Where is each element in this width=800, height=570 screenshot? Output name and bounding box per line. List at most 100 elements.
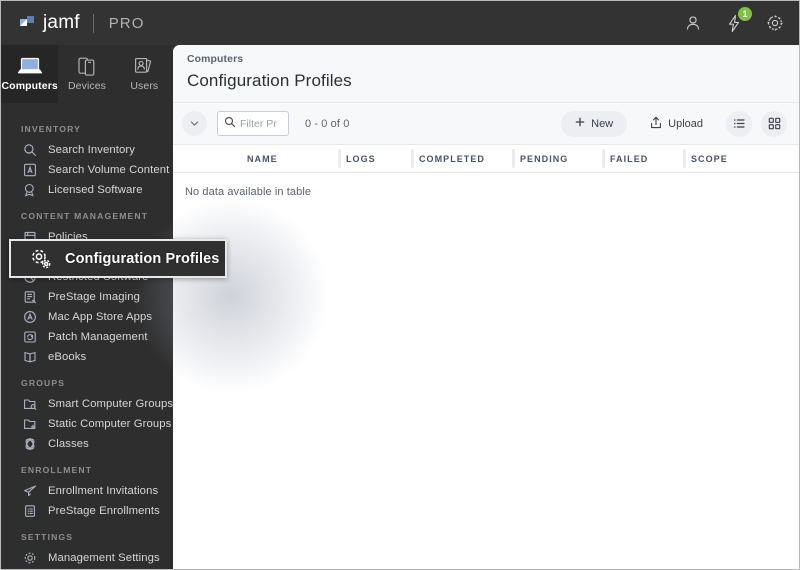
page-header: Computers Configuration Profiles [173, 45, 799, 103]
gears-icon [29, 248, 53, 270]
upload-button[interactable]: Upload [636, 111, 717, 137]
sidebar-item-prestage-imaging[interactable]: PreStage Imaging [1, 287, 173, 307]
column-resize-handle[interactable] [411, 149, 414, 168]
bolt-icon[interactable]: 1 [724, 7, 752, 33]
sidebar-item-label: Smart Computer Groups [48, 398, 173, 410]
sidebar-item-patch-management[interactable]: Patch Management [1, 327, 173, 347]
tab-users[interactable]: Users [116, 45, 173, 103]
main-content-panel: Computers Configuration Profiles 0 - 0 o… [173, 45, 799, 569]
column-header-completed[interactable]: COMPLETED [419, 154, 485, 164]
license-badge-icon [21, 182, 38, 198]
gear-icon[interactable] [765, 13, 785, 33]
jamf-logo-icon [19, 15, 36, 32]
upload-icon [650, 116, 662, 132]
sidebar-item-label: eBooks [48, 351, 87, 363]
new-button[interactable]: New [561, 110, 628, 137]
sidebar-item-label: PreStage Imaging [48, 291, 141, 303]
notification-badge: 1 [738, 7, 752, 21]
jamf-pro-window: jamf PRO 1 Computers Configuration Profi… [0, 0, 800, 570]
toolbar-actions: New Upload [561, 110, 787, 137]
column-header-name[interactable]: NAME [247, 154, 278, 164]
filter-search-box[interactable] [217, 111, 289, 136]
sidebar-item-licensed-software[interactable]: Licensed Software [1, 180, 173, 200]
sidebar-item-enrollment-invitations[interactable]: Enrollment Invitations [1, 481, 173, 501]
classes-icon [21, 436, 38, 452]
column-resize-handle[interactable] [602, 149, 605, 168]
list-view-icon[interactable] [726, 110, 752, 137]
sidebar-item-label: Mac App Store Apps [48, 311, 153, 323]
brand-product: PRO [108, 14, 145, 32]
sidebar-item-smart-computer-groups[interactable]: Smart Computer Groups [1, 394, 173, 414]
column-resize-handle[interactable] [512, 149, 515, 168]
callout-label: Configuration Profiles [65, 250, 220, 267]
record-count: 0 - 0 of 0 [305, 117, 350, 130]
prestage-imaging-icon [21, 289, 38, 305]
column-header-logs[interactable]: LOGS [346, 154, 376, 164]
top-bar: jamf PRO 1 [1, 1, 799, 45]
sidebar-item-label: Static Computer Groups [48, 418, 172, 430]
column-resize-handle[interactable] [338, 149, 341, 168]
sidebar-item-management-settings[interactable]: Management Settings [1, 548, 173, 568]
smart-group-icon [21, 396, 38, 412]
sidebar-item-classes[interactable]: Classes [1, 434, 173, 454]
collapse-toggle-button[interactable] [182, 111, 207, 136]
ebooks-icon [21, 349, 38, 365]
page-title: Configuration Profiles [187, 71, 352, 90]
volume-content-icon [21, 162, 38, 178]
grid-view-icon[interactable] [761, 110, 787, 137]
sidebar-item-label: Licensed Software [48, 184, 143, 196]
sidebar-item-label: Search Volume Content [48, 164, 170, 176]
sidebar-item-static-computer-groups[interactable]: Static Computer Groups [1, 414, 173, 434]
nav-section-groups: GROUPS [21, 378, 66, 388]
sidebar-item-search-volume-content[interactable]: Search Volume Content [1, 160, 173, 180]
breadcrumb[interactable]: Computers [187, 54, 799, 65]
mobile-devices-icon [75, 52, 99, 76]
app-store-icon [21, 309, 38, 325]
static-group-icon [21, 416, 38, 432]
brand-divider [92, 13, 94, 33]
sidebar-nav: INVENTORY Search Inventory Search Volume… [1, 103, 173, 569]
table-header-row: NAME LOGS COMPLETED PENDING FAILED SCOPE [173, 145, 799, 173]
gear-icon [21, 550, 38, 566]
sidebar-item-ebooks[interactable]: eBooks [1, 347, 173, 367]
laptop-icon [17, 52, 43, 76]
sidebar-item-prestage-enrollments[interactable]: PreStage Enrollments [1, 501, 173, 521]
nav-section-content-management: CONTENT MANAGEMENT [21, 211, 149, 221]
paper-plane-icon [21, 483, 38, 499]
toolbar: 0 - 0 of 0 New [173, 103, 799, 145]
user-cards-icon [132, 52, 156, 76]
sidebar-item-label: Management Settings [48, 552, 160, 564]
search-icon [21, 142, 38, 158]
column-header-failed[interactable]: FAILED [610, 154, 648, 164]
column-resize-handle[interactable] [683, 149, 686, 168]
nav-section-settings: SETTINGS [21, 532, 74, 542]
sidebar-item-label: Classes [48, 438, 89, 450]
plus-icon [575, 117, 585, 130]
sidebar-tabs: Computers Devices Users [1, 45, 173, 103]
tab-users-label: Users [130, 80, 159, 92]
upload-button-label: Upload [668, 117, 703, 130]
column-header-scope[interactable]: SCOPE [691, 154, 728, 164]
filter-input[interactable] [240, 117, 286, 130]
tab-computers[interactable]: Computers [1, 45, 59, 103]
tab-devices[interactable]: Devices [58, 45, 115, 103]
sidebar-item-label: PreStage Enrollments [48, 505, 160, 517]
configuration-profiles-callout[interactable]: Configuration Profiles [9, 239, 227, 278]
new-button-label: New [591, 117, 614, 130]
sidebar-item-label: Search Inventory [48, 144, 135, 156]
brand-name: jamf [43, 12, 80, 33]
nav-section-inventory: INVENTORY [21, 124, 82, 134]
clipboard-icon [21, 503, 38, 519]
sidebar-item-search-inventory[interactable]: Search Inventory [1, 140, 173, 160]
brand-logo[interactable]: jamf PRO [19, 12, 145, 34]
search-icon [224, 115, 236, 133]
column-header-pending[interactable]: PENDING [520, 154, 568, 164]
patch-icon [21, 329, 38, 345]
nav-section-enrollment: ENROLLMENT [21, 465, 93, 475]
sidebar-item-label: Enrollment Invitations [48, 485, 159, 497]
sidebar-item-label: Patch Management [48, 331, 148, 343]
top-bar-actions: 1 [683, 1, 785, 45]
sidebar-item-mac-app-store-apps[interactable]: Mac App Store Apps [1, 307, 173, 327]
sidebar: Computers Devices Users INVENTORY Search… [1, 45, 173, 569]
user-icon[interactable] [683, 13, 703, 33]
